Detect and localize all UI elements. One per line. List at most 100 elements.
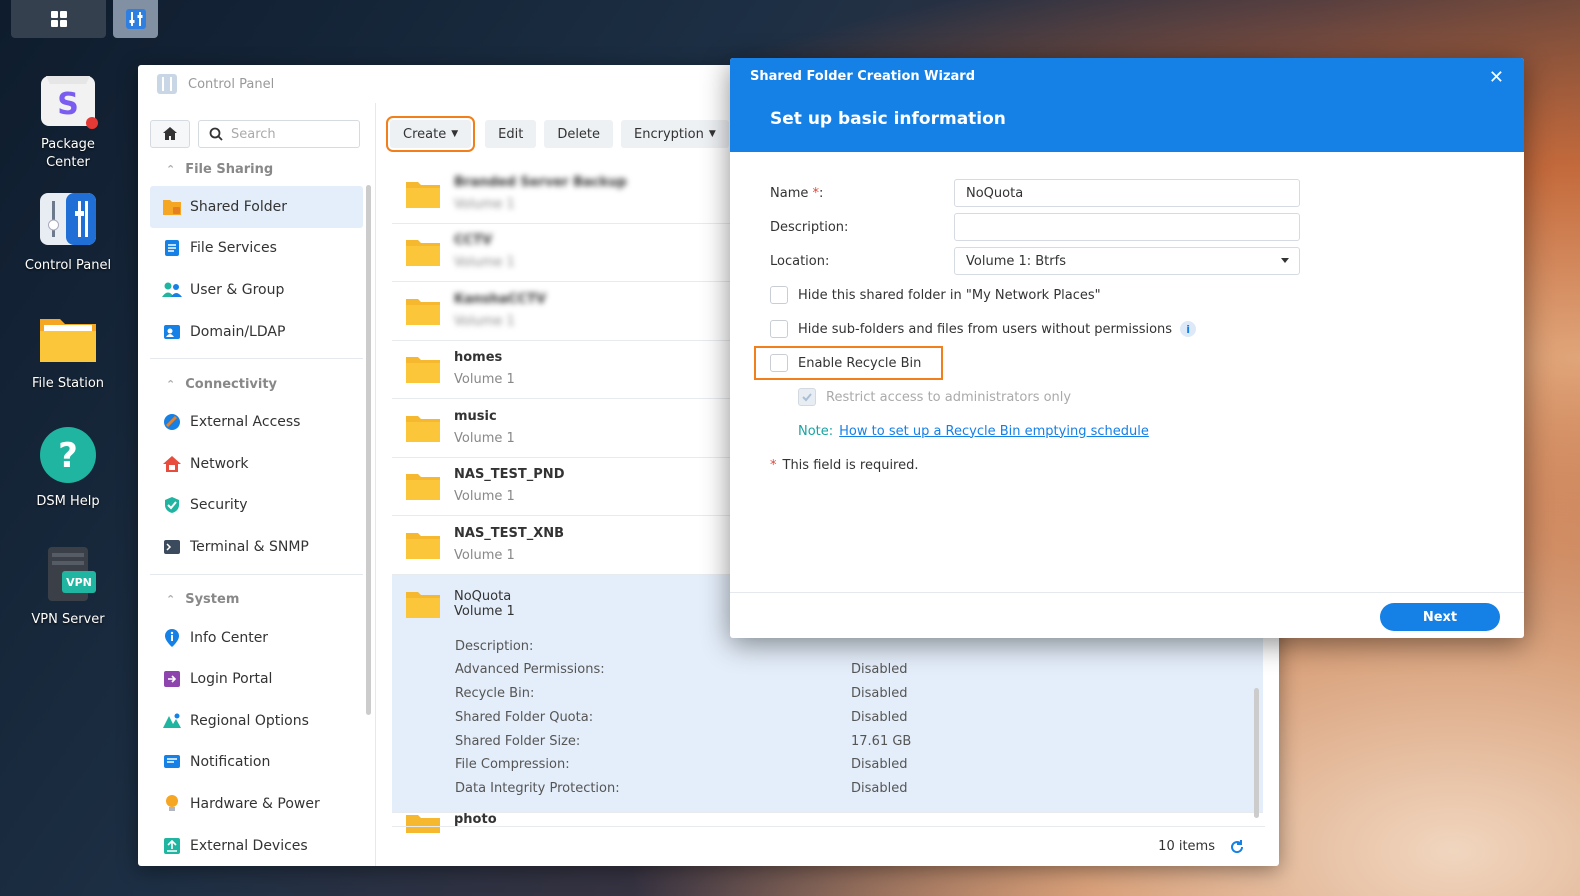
desktop-file-station[interactable]: File Station [20, 309, 116, 393]
enable-recycle-bin-checkbox[interactable] [770, 354, 788, 372]
group-system[interactable]: ⌃ System [138, 583, 375, 617]
sidebar-scrollbar[interactable] [366, 185, 371, 715]
external-devices-icon [162, 836, 182, 856]
folder-icon [406, 240, 440, 267]
detail-row: Shared Folder Quota: Disabled [455, 710, 955, 734]
desktop-dsm-help[interactable]: ? DSM Help [20, 427, 116, 511]
sidebar-item-label: File Services [190, 240, 277, 257]
sidebar-item-network[interactable]: Network [138, 443, 375, 485]
recycle-bin-highlight[interactable]: Enable Recycle Bin [753, 346, 944, 380]
folder-volume: Volume 1 [454, 430, 515, 446]
shared-folder-wizard: Shared Folder Creation Wizard ✕ Set up b… [730, 58, 1524, 638]
group-file-sharing[interactable]: ⌃ File Sharing [138, 152, 375, 186]
desktop-label: VPN Server [31, 612, 105, 627]
folder-name: NAS_TEST_XNB [454, 525, 565, 541]
detail-key: Description: [455, 638, 534, 654]
sidebar-item-hardware-power[interactable]: Hardware & Power [138, 783, 375, 825]
recycle-bin-schedule-link[interactable]: How to set up a Recycle Bin emptying sch… [839, 424, 1149, 439]
sidebar-item-external-devices[interactable]: External Devices [138, 825, 375, 866]
folder-volume: Volume 1 [454, 196, 515, 212]
sidebar-item-notification[interactable]: Notification [138, 742, 375, 784]
hide-network-places-row[interactable]: Hide this shared folder in "My Network P… [770, 278, 1484, 312]
list-footer: 10 items [392, 826, 1265, 866]
hide-subfolders-checkbox[interactable] [770, 320, 788, 338]
desktop-package-center[interactable]: S Package Center [20, 70, 116, 172]
list-scrollbar[interactable] [1254, 688, 1259, 818]
network-icon [162, 454, 182, 474]
wizard-footer: Next [730, 592, 1524, 638]
group-connectivity[interactable]: ⌃ Connectivity [138, 367, 375, 401]
folder-name: NoQuota [454, 588, 512, 604]
sidebar-item-label: Regional Options [190, 712, 309, 729]
encryption-label: Encryption [634, 126, 704, 142]
required-note-row: * This field is required. [770, 448, 1484, 482]
checkmark-icon [802, 393, 812, 402]
detail-value: Disabled [851, 781, 908, 797]
encryption-button[interactable]: Encryption ▼ [621, 120, 729, 148]
sidebar-item-label: Security [190, 497, 248, 514]
detail-row: File Compression: Disabled [455, 757, 955, 781]
enable-recycle-bin-row[interactable]: Enable Recycle Bin [753, 346, 1484, 380]
description-label: Description: [770, 219, 849, 235]
detail-row: Description: [455, 639, 955, 663]
edit-label: Edit [498, 126, 524, 142]
wizard-body: Name *: NoQuota Description: Location: V… [753, 176, 1484, 482]
sidebar-item-security[interactable]: Security [138, 485, 375, 527]
name-field[interactable]: NoQuota [954, 179, 1300, 207]
restrict-access-label: Restrict access to administrators only [826, 389, 1072, 405]
taskbar-control-panel[interactable] [113, 0, 158, 38]
detail-row: Recycle Bin: Disabled [455, 686, 955, 710]
desktop-label: Center [46, 155, 90, 170]
folder-icon [406, 415, 440, 442]
location-select[interactable]: Volume 1: Btrfs [954, 247, 1300, 275]
hide-subfolders-row[interactable]: Hide sub-folders and files from users wi… [770, 312, 1484, 346]
folder-volume: Volume 1 [454, 547, 515, 563]
group-label: File Sharing [185, 161, 274, 177]
folder-icon [406, 298, 440, 325]
sidebar-item-shared-folder[interactable]: Shared Folder [150, 186, 363, 228]
sidebar-item-external-access[interactable]: External Access [138, 401, 375, 443]
refresh-icon[interactable] [1229, 839, 1245, 855]
sidebar-item-label: Hardware & Power [190, 795, 320, 812]
desktop-label: File Station [31, 376, 105, 391]
hide-network-places-checkbox[interactable] [770, 286, 788, 304]
delete-button[interactable]: Delete [544, 120, 614, 148]
sidebar-item-user-group[interactable]: User & Group [138, 269, 375, 311]
detail-value: Disabled [851, 662, 908, 678]
info-icon [162, 628, 182, 648]
sidebar-item-terminal-snmp[interactable]: Terminal & SNMP [138, 526, 375, 568]
lightbulb-icon [162, 794, 182, 814]
info-icon[interactable]: i [1180, 321, 1197, 337]
sidebar-item-label: External Devices [190, 837, 308, 854]
location-value: Volume 1: Btrfs [966, 253, 1066, 269]
required-note: This field is required. [782, 457, 919, 473]
shared-folder-icon [162, 197, 182, 217]
close-icon[interactable]: ✕ [1489, 67, 1504, 88]
vpn-server-icon: VPN [38, 545, 98, 605]
chevron-up-icon: ⌃ [166, 377, 176, 391]
description-row: Description: [770, 210, 1484, 244]
main-menu-button[interactable] [11, 0, 106, 38]
sidebar: Search ⌃ File Sharing Shared Folder File… [138, 103, 376, 866]
location-row: Location: Volume 1: Btrfs [770, 244, 1484, 278]
sidebar-item-info-center[interactable]: Info Center [138, 617, 375, 659]
sidebar-item-domain-ldap[interactable]: Domain/LDAP [138, 311, 375, 353]
sidebar-item-login-portal[interactable]: Login Portal [138, 658, 375, 700]
home-button[interactable] [150, 120, 190, 148]
edit-button[interactable]: Edit [485, 120, 537, 148]
desktop-control-panel[interactable]: Control Panel [20, 191, 116, 275]
wizard-header[interactable]: Shared Folder Creation Wizard ✕ Set up b… [730, 58, 1524, 152]
folder-volume: Volume 1 [454, 372, 515, 388]
description-field[interactable] [954, 213, 1300, 241]
detail-value: Disabled [851, 686, 908, 702]
search-input[interactable]: Search [198, 120, 360, 148]
folder-name: homes [454, 350, 503, 366]
create-button[interactable]: Create ▼ [385, 116, 476, 152]
detail-key: Shared Folder Size: [455, 733, 581, 749]
sidebar-item-file-services[interactable]: File Services [138, 228, 375, 270]
user-group-icon [162, 280, 182, 300]
next-button[interactable]: Next [1380, 603, 1500, 631]
sidebar-item-regional-options[interactable]: Regional Options [138, 700, 375, 742]
desktop-vpn-server[interactable]: VPN VPN Server [20, 545, 116, 629]
sidebar-item-label: Domain/LDAP [190, 323, 286, 340]
